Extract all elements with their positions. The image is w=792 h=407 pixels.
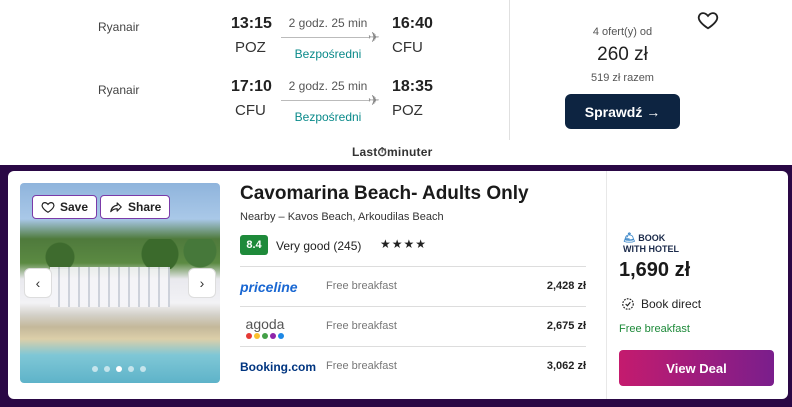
book-direct: Book direct <box>621 297 701 311</box>
featured-price: 1,690 zł <box>619 259 691 281</box>
deal-row-agoda[interactable]: agoda Free breakfast 2,675 zł <box>240 306 586 346</box>
share-icon <box>110 202 122 213</box>
agoda-logo-dots <box>246 333 284 339</box>
deal-price: 2,675 zł <box>546 320 586 332</box>
deal-row-priceline[interactable]: priceline Free breakfast 2,428 zł <box>240 266 586 306</box>
chevron-left-icon: ‹ <box>35 275 41 291</box>
deal-feature: Free breakfast <box>326 280 397 292</box>
favorite-heart-icon[interactable] <box>697 9 719 31</box>
departure-airport: CFU <box>235 102 266 119</box>
heart-icon <box>41 202 55 213</box>
featured-feature: Free breakfast <box>619 323 690 335</box>
deal-price: 2,428 zł <box>546 280 586 292</box>
offers-count: 4 ofert(y) od <box>592 26 653 38</box>
carousel-dot[interactable] <box>104 366 110 372</box>
photo-building <box>50 267 170 307</box>
side-divider <box>606 171 607 399</box>
share-label: Share <box>128 200 162 214</box>
star-rating: ★★★★ <box>380 237 428 251</box>
stops-label: Bezpośredni <box>294 47 362 61</box>
previous-photo-button[interactable]: ‹ <box>24 268 52 298</box>
agoda-logo-text: agoda <box>245 316 285 332</box>
save-button[interactable]: Save <box>32 195 98 219</box>
book-direct-label: Book direct <box>641 297 702 311</box>
flight-duration: 2 godz. 25 min <box>288 16 368 30</box>
departure-time: 13:15 <box>231 15 272 32</box>
check-flight-button[interactable]: Sprawdź → <box>565 94 680 129</box>
deal-price: 3,062 zł <box>546 360 586 372</box>
book-with-hotel-logo: 🛎 BOOK WITH HOTEL <box>623 233 683 254</box>
plane-icon: ✈ <box>368 29 380 45</box>
departure-airport: POZ <box>235 39 266 56</box>
hotel-section: Save Share ‹ › Cavomarina Beach- Adults … <box>0 165 792 407</box>
arrival-airport: CFU <box>392 39 423 56</box>
booking-logo: Booking.com <box>240 360 317 374</box>
airline-name: Ryanair <box>98 20 140 34</box>
departure-time: 17:10 <box>231 78 272 95</box>
outbound-flight-row: Ryanair 13:15 POZ 2 godz. 25 min ✈ Bezpo… <box>0 10 510 70</box>
flight-total-price: 519 zł razem <box>591 72 654 84</box>
deal-feature: Free breakfast <box>326 320 397 332</box>
route-line <box>281 100 369 101</box>
route-line <box>281 37 369 38</box>
arrival-time: 16:40 <box>392 15 433 32</box>
deal-feature: Free breakfast <box>326 360 397 372</box>
chevron-right-icon: › <box>199 275 205 291</box>
hotel-photo-carousel[interactable]: Save Share ‹ › <box>20 183 220 383</box>
view-deal-button[interactable]: View Deal <box>619 350 774 386</box>
stops-label: Bezpośredni <box>294 110 362 124</box>
hotel-card: Save Share ‹ › Cavomarina Beach- Adults … <box>8 171 788 399</box>
hotel-name[interactable]: Cavomarina Beach- Adults Only <box>240 183 529 205</box>
lastminuter-logo: Last⏱minuter <box>352 145 433 159</box>
arrival-time: 18:35 <box>392 78 433 95</box>
arrival-airport: POZ <box>392 102 423 119</box>
deal-row-booking[interactable]: Booking.com Free breakfast 3,062 zł <box>240 346 586 386</box>
return-flight-row: Ryanair 17:10 CFU 2 godz. 25 min ✈ Bezpo… <box>0 73 510 133</box>
carousel-dot[interactable] <box>92 366 98 372</box>
airline-name: Ryanair <box>98 83 140 97</box>
rating-badge: 8.4 <box>240 235 268 255</box>
flight-price: 260 zł <box>597 44 648 65</box>
badge-check-icon <box>622 298 634 310</box>
nearby-beaches: Nearby – Kavos Beach, Arkoudilas Beach <box>240 211 444 223</box>
hotel-bell-icon: 🛎 <box>623 233 636 244</box>
photo-trees <box>20 239 220 269</box>
carousel-dot[interactable] <box>140 366 146 372</box>
next-photo-button[interactable]: › <box>188 268 216 298</box>
save-label: Save <box>60 200 89 214</box>
carousel-dot[interactable] <box>128 366 134 372</box>
flight-result-card: Ryanair 13:15 POZ 2 godz. 25 min ✈ Bezpo… <box>0 0 792 165</box>
carousel-dots <box>92 366 146 372</box>
flight-duration: 2 godz. 25 min <box>288 79 368 93</box>
share-button[interactable]: Share <box>100 195 171 219</box>
plane-icon: ✈ <box>368 92 380 108</box>
carousel-dot-active[interactable] <box>116 366 122 372</box>
priceline-logo: priceline <box>240 279 298 295</box>
rating-text: Very good (245) <box>276 239 362 253</box>
price-divider <box>509 0 510 140</box>
agoda-logo: agoda <box>240 316 290 339</box>
